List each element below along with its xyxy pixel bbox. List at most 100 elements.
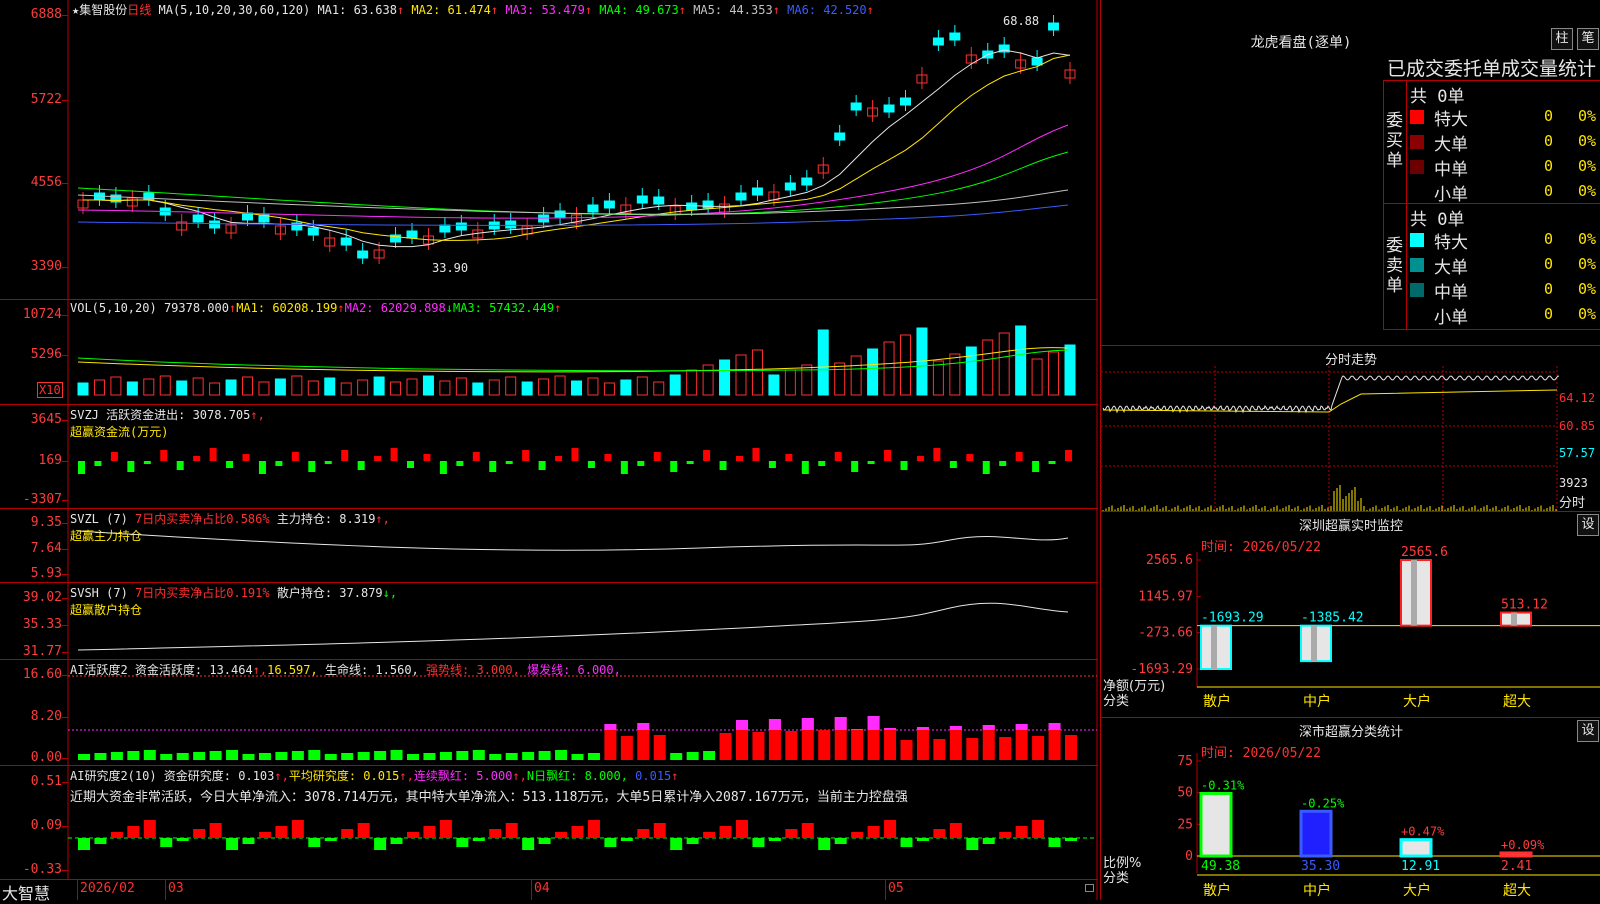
svzj-bar <box>538 461 546 470</box>
ma3-line <box>77 124 1069 219</box>
svzj-bar <box>407 461 414 468</box>
ai2-bar <box>834 838 847 844</box>
volume-bar <box>932 360 944 396</box>
ai2-bar <box>1032 820 1045 838</box>
ai2-bar <box>357 823 370 838</box>
sell-value: 0 <box>1544 280 1554 298</box>
volume-bar <box>751 349 763 396</box>
ai2-bar <box>571 826 584 838</box>
ai1-bar <box>620 736 633 760</box>
buy-row: 小单 0 0% <box>1410 180 1600 205</box>
sz-monitor-ytick: 1145.97 <box>1138 589 1193 604</box>
volume-bar <box>93 379 105 396</box>
buy-label: 特大 <box>1434 110 1468 130</box>
sz-monitor-panel: 深圳超赢实时监控 设 时间: 2026/05/22 净额(万元) 分类 2565.… <box>1101 512 1600 718</box>
ai1-bar <box>407 754 419 760</box>
ai2-bar <box>193 829 206 838</box>
ai2-bar <box>390 838 403 844</box>
ai1-bar-top <box>637 723 650 730</box>
sz-monitor-bar-shade <box>1211 625 1217 669</box>
volume-bar <box>1015 325 1027 396</box>
color-square-icon <box>1410 233 1424 247</box>
buy-value: 0 <box>1544 157 1554 175</box>
svzj-bar <box>341 450 349 461</box>
svzj-bar <box>275 461 283 466</box>
lhb-panel: 龙虎看盘(逐单) 柱 笔 已成交委托单成交量统计 委买单 共 0单 特大 0 0% 大… <box>1101 0 1600 345</box>
tick-mode-button[interactable]: 笔 <box>1577 28 1599 50</box>
intraday-axis-3: 57.57 <box>1559 446 1596 460</box>
volume-bar <box>620 379 632 396</box>
volume-bar <box>143 378 155 396</box>
sz-monitor-bar-shade <box>1311 625 1317 662</box>
ai1-bar <box>999 737 1012 760</box>
main-chart-area[interactable]: ★集智股份日线 MA(5,10,20,30,60,120) MA1: 63.63… <box>0 0 1098 903</box>
volume-bar <box>455 377 467 396</box>
ai1-bar <box>176 753 189 760</box>
ai1-bar <box>703 751 716 760</box>
ai1-bar <box>489 754 502 760</box>
sz-monitor-value-label: -1693.29 <box>1201 611 1264 626</box>
ai1-bar <box>291 751 304 760</box>
sell-label: 中单 <box>1434 283 1468 303</box>
ai2-bar <box>768 838 781 841</box>
svzj-bar <box>176 461 184 470</box>
ai2-bar <box>242 838 255 844</box>
ai1-bar <box>653 735 666 760</box>
ai1-bar-top <box>1015 724 1028 730</box>
volume-bar <box>373 376 385 396</box>
intraday-panel[interactable]: 分时走势 64.12 60.85 57.57 3923 分时 <box>1101 345 1600 513</box>
ai1-bar <box>785 731 798 760</box>
ai1-bar <box>818 730 831 760</box>
right-pane: 龙虎看盘(逐单) 柱 笔 已成交委托单成交量统计 委买单 共 0单 特大 0 0% 大… <box>1100 0 1600 900</box>
ai1-bar <box>258 753 271 760</box>
sz-monitor-value-label: 513.12 <box>1501 598 1548 613</box>
svzj-bar <box>768 461 776 468</box>
intraday-svg <box>1101 366 1560 513</box>
bar-mode-button[interactable]: 柱 <box>1551 28 1573 50</box>
svzj-bar <box>1015 452 1023 461</box>
sell-label: 特大 <box>1434 233 1468 253</box>
color-square-icon <box>1410 160 1424 174</box>
candle-body <box>587 204 599 213</box>
ma4-line <box>77 151 1069 216</box>
candle-body <box>636 195 648 204</box>
buy-total: 共 0单 <box>1410 87 1465 107</box>
candle-body <box>505 220 517 229</box>
svzj-bar <box>703 450 711 461</box>
candle-body <box>900 97 911 106</box>
volume-bar <box>735 354 747 396</box>
ai2-bar <box>867 826 880 838</box>
ai2-bar <box>736 820 748 838</box>
sz-monitor-ytick: 2565.6 <box>1146 553 1193 568</box>
ai2-bar <box>555 832 568 838</box>
volume-bar <box>176 380 188 396</box>
candle-body <box>554 210 566 219</box>
volume-bar <box>883 341 895 396</box>
color-square-icon <box>1410 135 1424 149</box>
ai2-bar <box>308 838 321 847</box>
ai1-bar <box>242 754 255 760</box>
candle-body <box>702 200 714 209</box>
svzj-bar <box>966 454 974 461</box>
sz-stats-value-label: 2.41 <box>1501 859 1532 874</box>
ai2-bar <box>851 832 864 838</box>
sz-stats-ytick: 0 <box>1185 849 1193 864</box>
svzj-bar <box>226 461 234 468</box>
volume-bar <box>817 329 829 396</box>
volume-bar <box>505 376 517 396</box>
svzj-bar <box>752 448 760 461</box>
svzj-bar <box>1048 461 1056 464</box>
sz-monitor-category: 超大 <box>1503 694 1531 710</box>
sz-stats-change-label: +0.47% <box>1401 825 1445 839</box>
svzj-bar <box>324 461 332 464</box>
svzj-bar <box>1032 461 1040 472</box>
svzj-bar <box>308 461 316 472</box>
volume-bar <box>258 381 270 396</box>
candle-body <box>603 200 615 209</box>
ai1-bar-top <box>801 718 814 730</box>
svzj-bar <box>193 456 201 461</box>
candle-body <box>949 32 961 41</box>
volume-bar <box>340 382 352 396</box>
candle-body <box>784 182 796 191</box>
volume-bar <box>686 369 698 396</box>
